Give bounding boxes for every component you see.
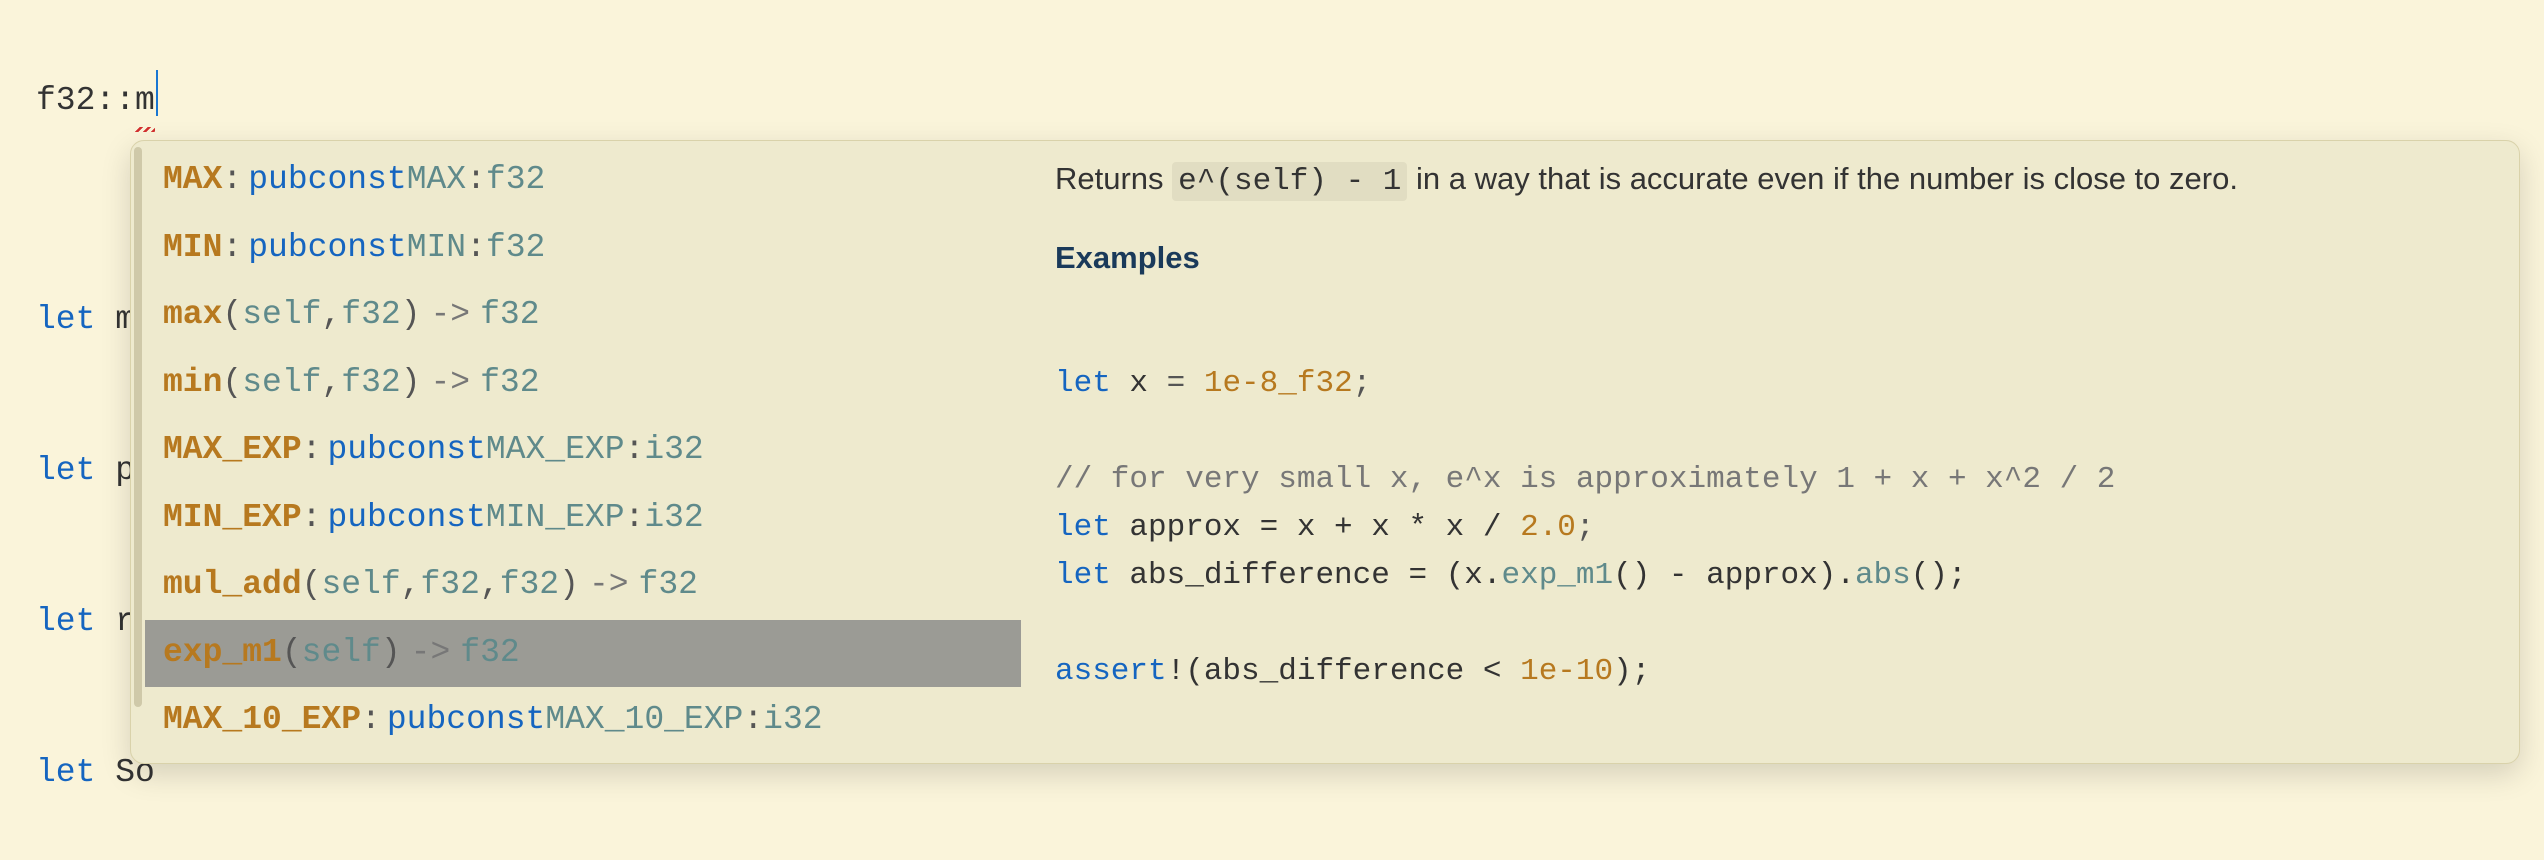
completion-name: mul_add (163, 560, 302, 610)
doc-summary: Returns e^(self) - 1 in a way that is ac… (1055, 155, 2485, 206)
editor-input-line[interactable]: f32:: m (36, 76, 155, 126)
completion-item-max[interactable]: MAX: pub const MAX: f32 (145, 147, 1021, 215)
input-typed-text: m (135, 82, 155, 119)
input-typed: m (135, 76, 155, 126)
doc-code-block: let x = 1e-8_f32; // for very small x, e… (1055, 312, 2485, 744)
completion-name: max (163, 290, 222, 340)
input-prefix: f32:: (36, 76, 135, 126)
doc-examples-heading: Examples (1055, 234, 2485, 282)
completion-item-mul_add[interactable]: mul_add(self, f32, f32)->f32 (145, 552, 1021, 620)
completion-name: min (163, 358, 222, 408)
doc-summary-post: in a way that is accurate even if the nu… (1407, 161, 2238, 196)
completion-scrollbar[interactable] (131, 141, 145, 763)
completion-name: MIN_10_EXP (163, 763, 361, 764)
autocomplete-popup: MAX: pub const MAX: f32MIN: pub const MI… (130, 140, 2520, 764)
completion-list[interactable]: MAX: pub const MAX: f32MIN: pub const MI… (145, 141, 1021, 763)
completion-item-max_10_exp[interactable]: MAX_10_EXP: pub const MAX_10_EXP: i32 (145, 687, 1021, 755)
completion-name: MAX (163, 155, 222, 205)
completion-item-min[interactable]: MIN: pub const MIN: f32 (145, 215, 1021, 283)
completion-item-min_exp[interactable]: MIN_EXP: pub const MIN_EXP: i32 (145, 485, 1021, 553)
completion-item-max[interactable]: max(self, f32)->f32 (145, 282, 1021, 350)
doc-summary-code: e^(self) - 1 (1172, 162, 1407, 201)
text-caret (156, 70, 158, 116)
scrollbar-thumb[interactable] (134, 147, 142, 707)
doc-summary-pre: Returns (1055, 161, 1172, 196)
documentation-pane: Returns e^(self) - 1 in a way that is ac… (1021, 141, 2519, 763)
completion-name: MIN_EXP (163, 493, 302, 543)
completion-name: MAX_10_EXP (163, 695, 361, 745)
completion-item-min[interactable]: min(self, f32)->f32 (145, 350, 1021, 418)
completion-item-min_10_exp[interactable]: MIN_10_EXP: pub const MIN_10_EXP: i32 (145, 755, 1021, 764)
completion-name: exp_m1 (163, 628, 282, 678)
error-squiggle-icon (135, 127, 155, 132)
completion-item-max_exp[interactable]: MAX_EXP: pub const MAX_EXP: i32 (145, 417, 1021, 485)
completion-name: MAX_EXP (163, 425, 302, 475)
completion-name: MIN (163, 223, 222, 273)
completion-item-exp_m1[interactable]: exp_m1(self)->f32 (145, 620, 1021, 688)
